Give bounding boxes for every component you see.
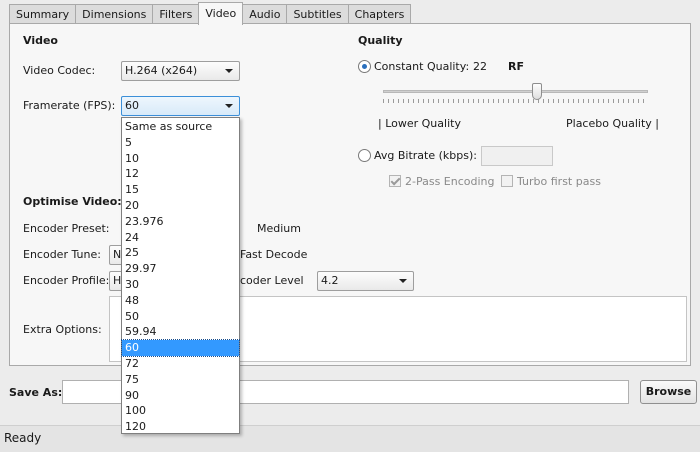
quality-slider-thumb[interactable] (531, 83, 542, 100)
encoder-level-value: 4.2 (321, 274, 339, 287)
framerate-option[interactable]: 24 (122, 230, 239, 246)
framerate-dropdown-list: Same as source 5 10 12 15 20 23.976 24 2… (121, 117, 240, 434)
quality-slider-ticks (383, 99, 648, 103)
tab-subtitles[interactable]: Subtitles (286, 4, 349, 25)
framerate-option[interactable]: 60 (121, 339, 240, 357)
chevron-down-icon (225, 104, 233, 108)
quality-slider-track[interactable] (383, 90, 648, 93)
turbo-first-pass-label: Turbo first pass (517, 175, 601, 188)
video-section-title: Video (23, 34, 58, 47)
framerate-option[interactable]: 120 (122, 419, 239, 435)
framerate-label: Framerate (FPS): (23, 99, 116, 112)
framerate-value: 60 (125, 99, 139, 112)
constant-quality-radio[interactable] (358, 60, 371, 73)
framerate-option[interactable]: 30 (122, 277, 239, 293)
tab-bar: Summary Dimensions Filters Video Audio S… (9, 2, 412, 25)
chevron-down-icon (399, 279, 407, 283)
framerate-option[interactable]: Same as source (122, 119, 239, 135)
encoder-preset-label: Encoder Preset: (23, 222, 110, 235)
constant-quality-value: 22 (473, 60, 487, 73)
quality-section-title: Quality (358, 34, 403, 47)
status-bar: Ready (0, 425, 700, 452)
framerate-option[interactable]: 10 (122, 151, 239, 167)
video-codec-value: H.264 (x264) (125, 64, 198, 77)
tab-dimensions[interactable]: Dimensions (75, 4, 154, 25)
lower-quality-label: | Lower Quality (378, 117, 461, 130)
rf-label: RF (508, 60, 524, 73)
save-as-label: Save As: (9, 386, 63, 399)
chevron-down-icon (225, 69, 233, 73)
extra-options-label: Extra Options: (23, 323, 102, 336)
framerate-option[interactable]: 29.97 (122, 261, 239, 277)
tab-video[interactable]: Video (198, 2, 244, 25)
video-codec-label: Video Codec: (23, 64, 96, 77)
framerate-option[interactable]: 75 (122, 372, 239, 388)
encoder-level-label: coder Level (240, 274, 304, 287)
framerate-option[interactable]: 5 (122, 135, 239, 151)
framerate-option[interactable]: 50 (122, 309, 239, 325)
constant-quality-label: Constant Quality: (374, 60, 470, 73)
two-pass-label: 2-Pass Encoding (405, 175, 495, 188)
tab-filters[interactable]: Filters (152, 4, 200, 25)
framerate-option[interactable]: 15 (122, 182, 239, 198)
video-codec-select[interactable]: H.264 (x264) (121, 61, 240, 81)
avg-bitrate-radio[interactable] (358, 149, 371, 162)
framerate-option[interactable]: 12 (122, 166, 239, 182)
framerate-option[interactable]: 48 (122, 293, 239, 309)
framerate-option[interactable]: 23.976 (122, 214, 239, 230)
framerate-option[interactable]: 72 (122, 356, 239, 372)
browse-button[interactable]: Browse (640, 380, 697, 404)
tab-chapters[interactable]: Chapters (347, 4, 412, 25)
encoder-tune-value: N (113, 248, 122, 261)
placebo-quality-label: Placebo Quality | (566, 117, 659, 130)
fast-decode-label: Fast Decode (240, 248, 308, 261)
framerate-option[interactable]: 20 (122, 198, 239, 214)
avg-bitrate-label: Avg Bitrate (kbps): (374, 149, 477, 162)
turbo-first-pass-checkbox[interactable] (501, 175, 513, 187)
encoder-tune-label: Encoder Tune: (23, 248, 101, 261)
framerate-option[interactable]: 100 (122, 403, 239, 419)
optimise-section-title: Optimise Video: (23, 195, 122, 208)
two-pass-checkbox[interactable] (389, 175, 401, 187)
status-text: Ready (4, 431, 42, 445)
encoder-profile-label: Encoder Profile: (23, 274, 110, 287)
framerate-option[interactable]: 90 (122, 388, 239, 404)
framerate-select[interactable]: 60 (121, 96, 240, 116)
framerate-option[interactable]: 25 (122, 245, 239, 261)
framerate-option[interactable]: 59.94 (122, 324, 239, 340)
tab-summary[interactable]: Summary (9, 4, 77, 25)
tab-audio[interactable]: Audio (242, 4, 288, 25)
encoder-preset-value: Medium (257, 222, 301, 235)
encoder-level-select[interactable]: 4.2 (317, 271, 414, 291)
avg-bitrate-input[interactable] (481, 146, 553, 166)
